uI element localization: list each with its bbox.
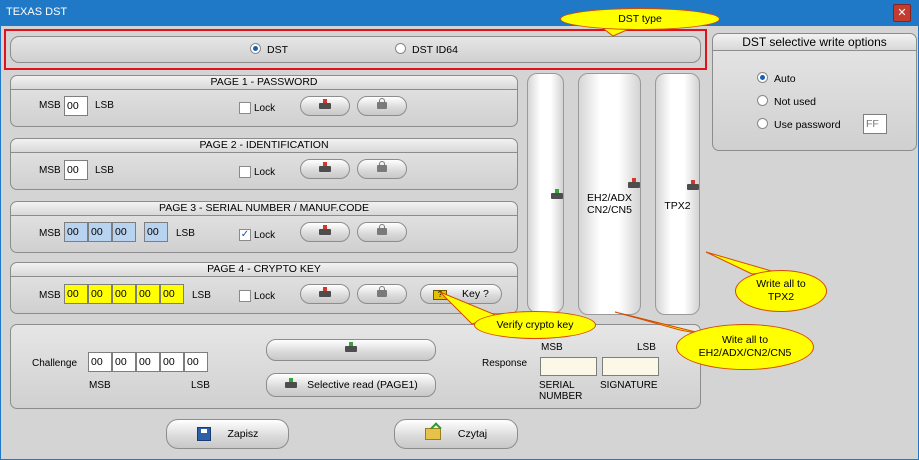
callout-pointers xyxy=(439,25,776,337)
callout-write-tpx2: Write all to TPX2 xyxy=(735,270,827,312)
callout-dst-type: DST type xyxy=(560,8,720,30)
callout-write-eh2: Wite all to EH2/ADX/CN2/CN5 xyxy=(676,324,814,370)
callout-verify-key: Verify crypto key xyxy=(474,311,596,339)
